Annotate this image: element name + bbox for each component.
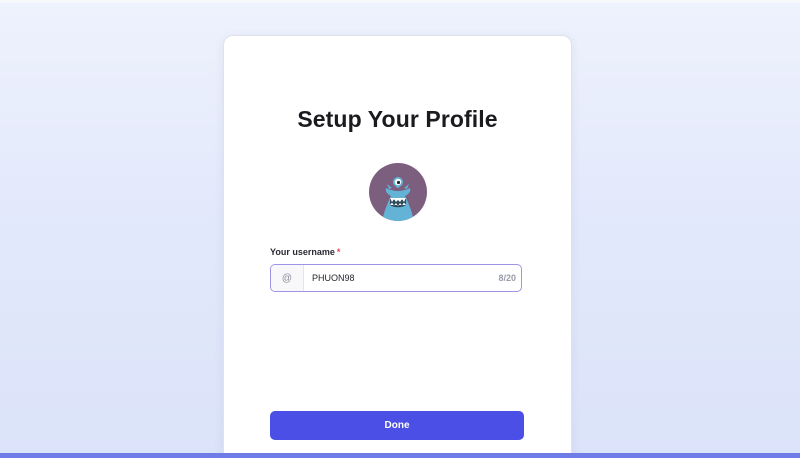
profile-setup-card: Setup Your Profile Your username* @ 8/20 [223, 35, 572, 458]
bottom-accent-bar [0, 453, 800, 458]
username-label: Your username * [270, 247, 340, 257]
required-marker: * [336, 247, 341, 257]
avatar[interactable] [369, 163, 427, 221]
username-input[interactable] [304, 265, 499, 291]
page-title: Setup Your Profile [297, 106, 498, 132]
username-field[interactable]: @ 8/20 [270, 264, 522, 292]
browser-top-strip [0, 0, 800, 3]
username-label-text: Your username [270, 247, 335, 257]
character-counter: 8/20 [498, 273, 516, 283]
at-prefix: @ [271, 265, 304, 291]
monster-avatar-icon [382, 177, 414, 221]
done-button[interactable]: Done [270, 411, 524, 440]
